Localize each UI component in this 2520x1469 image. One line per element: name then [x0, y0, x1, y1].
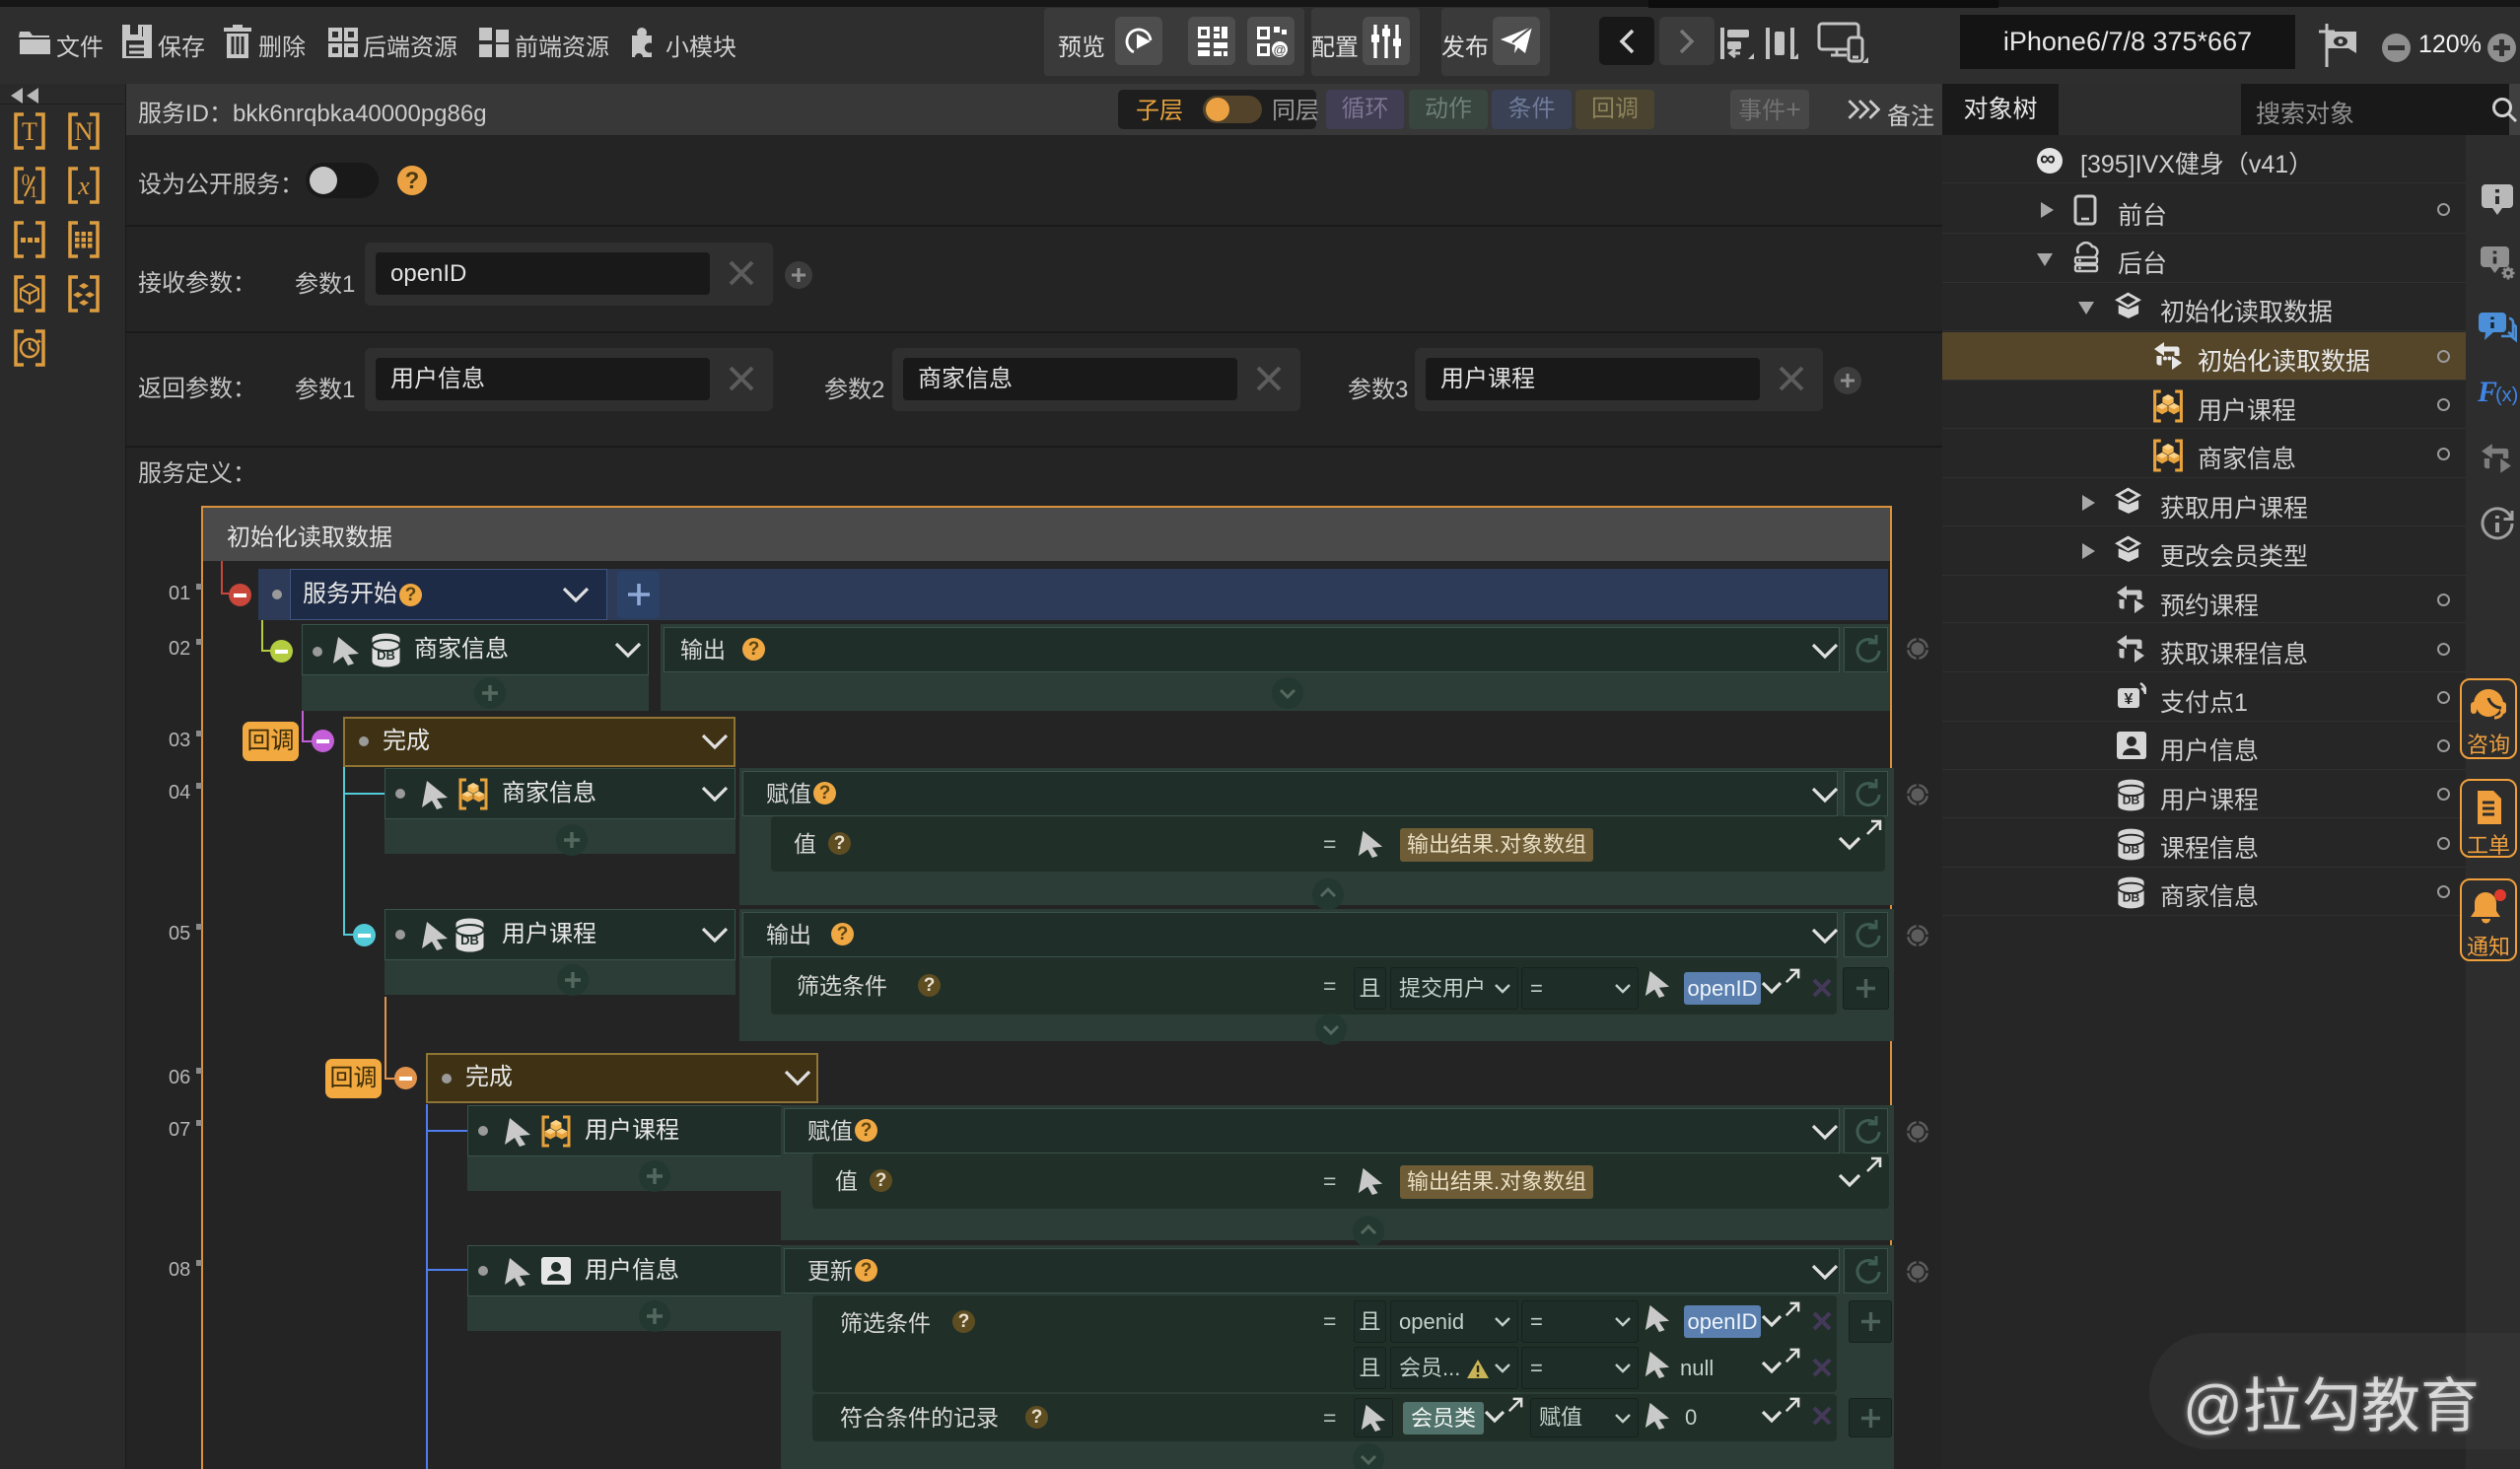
- svg-text:DB: DB: [2123, 890, 2140, 904]
- svg-text:@: @: [1274, 42, 1287, 57]
- svg-text:DB: DB: [460, 933, 479, 947]
- svg-text:(x): (x): [2495, 385, 2518, 406]
- svg-text:DB: DB: [377, 648, 395, 663]
- svg-text:T: T: [22, 117, 37, 146]
- svg-text:DB: DB: [2123, 842, 2140, 856]
- svg-text:F: F: [2477, 376, 2497, 408]
- svg-text:x: x: [77, 172, 90, 200]
- svg-text:N: N: [75, 117, 94, 146]
- svg-text:DB: DB: [2123, 793, 2140, 806]
- svg-text:¥: ¥: [2125, 691, 2134, 708]
